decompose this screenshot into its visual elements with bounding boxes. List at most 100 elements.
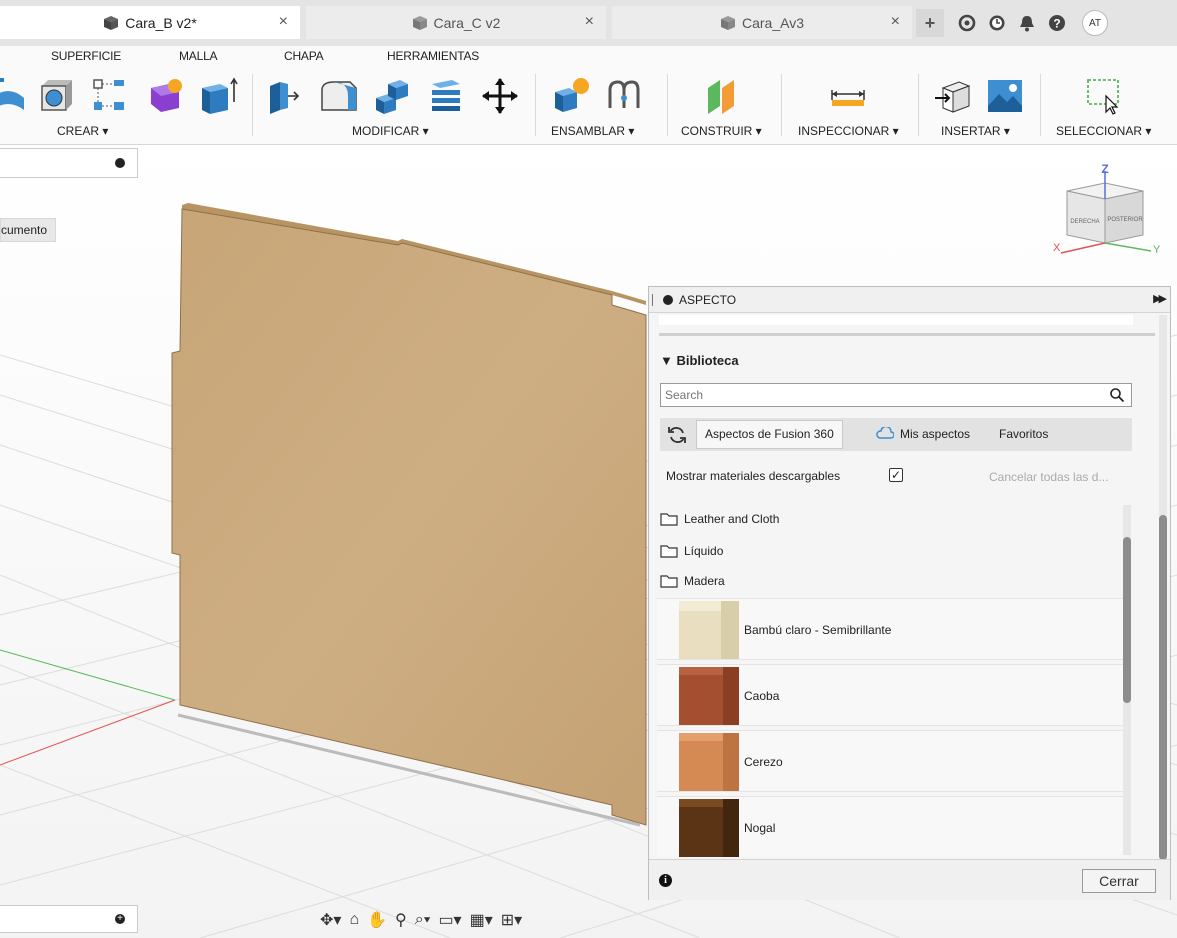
divider [252, 74, 253, 136]
material-item[interactable]: Nogal [657, 796, 1127, 857]
tab-cara-b[interactable]: Cara_B v2* × [0, 6, 300, 39]
cancel-all-downloads-link[interactable]: Cancelar todas las d... [989, 470, 1108, 484]
library-header[interactable]: ▼ Biblioteca [660, 353, 739, 368]
viewports-icon[interactable]: ⊞▾ [499, 910, 524, 930]
group-construir[interactable]: CONSTRUIR ▾ [681, 124, 762, 138]
search-input[interactable] [665, 388, 1095, 402]
insert-derive-icon[interactable] [933, 76, 973, 116]
new-tab-button[interactable]: + [916, 9, 944, 37]
look-at-icon[interactable]: ⌂ [347, 911, 361, 929]
combine-icon[interactable] [372, 76, 412, 116]
material-item[interactable]: Bambú claro - Semibrillante [657, 598, 1127, 660]
group-seleccionar[interactable]: SELECCIONAR ▾ [1056, 124, 1151, 138]
shell-icon[interactable] [426, 76, 466, 116]
material-swatch [679, 733, 739, 791]
show-downloadable-checkbox[interactable]: ✓ [889, 468, 903, 482]
notifications-bell-icon[interactable] [1012, 8, 1042, 38]
view-cube[interactable]: DERECHA POSTERIOR Z X Y [1045, 163, 1163, 263]
panel-splitter[interactable] [659, 333, 1155, 336]
close-button[interactable]: Cerrar [1082, 869, 1156, 893]
fit-icon[interactable]: ⌕▾ [413, 911, 433, 929]
list-scrollbar[interactable] [1123, 505, 1131, 855]
info-icon[interactable]: i [659, 874, 672, 887]
browser-panel-header[interactable] [0, 148, 138, 178]
expand-icon[interactable]: + [115, 914, 125, 924]
pattern-icon[interactable] [90, 76, 130, 116]
document-cube-icon [412, 15, 427, 30]
divider [667, 74, 668, 136]
panel-scrollbar-thumb[interactable] [1159, 515, 1167, 860]
close-tab-icon[interactable]: × [891, 13, 900, 31]
tab-malla[interactable]: MALLA [179, 49, 218, 63]
measure-icon[interactable] [828, 76, 868, 116]
refresh-icon[interactable] [667, 425, 687, 445]
create-form-icon[interactable] [145, 76, 185, 116]
document-settings-chip[interactable]: cumento [0, 218, 57, 242]
drag-grip-icon[interactable] [652, 294, 653, 306]
tab-cara-a[interactable]: Cara_Av3 × [612, 6, 912, 39]
folder-leather-and-cloth[interactable]: Leather and Cloth [660, 508, 779, 530]
comments-panel-header[interactable]: + [0, 905, 138, 933]
panel-header[interactable]: ASPECTO ▶▶ [649, 287, 1170, 313]
material-item[interactable]: Caoba [657, 664, 1127, 726]
joint-icon[interactable] [604, 76, 644, 116]
zoom-icon[interactable]: ⚲ [393, 910, 409, 930]
move-icon[interactable] [480, 76, 520, 116]
divider [781, 74, 782, 136]
help-icon[interactable]: ? [1042, 8, 1072, 38]
collapse-icon[interactable] [115, 158, 125, 168]
pan-hand-icon[interactable]: ✋ [365, 910, 389, 930]
plus-icon: + [924, 12, 936, 33]
expand-panel-icon[interactable]: ▶▶ [1153, 292, 1167, 305]
material-item[interactable]: Cerezo [657, 730, 1127, 792]
tab-label: Mis aspectos [900, 427, 971, 441]
material-swatch [679, 667, 739, 725]
search-icon[interactable] [1109, 387, 1125, 403]
offset-plane-icon[interactable] [702, 76, 742, 116]
panel-scrollbar[interactable] [1159, 315, 1167, 860]
insert-image-icon[interactable] [985, 76, 1025, 116]
top-right-tools: + ? AT [916, 8, 1108, 38]
group-inspeccionar[interactable]: INSPECCIONAR ▾ [798, 124, 899, 138]
folder-label: Líquido [684, 544, 724, 558]
press-pull-face-icon[interactable] [264, 76, 304, 116]
revolve-icon[interactable] [0, 76, 28, 116]
folder-icon [660, 545, 678, 558]
group-modificar[interactable]: MODIFICAR ▾ [352, 124, 429, 138]
user-avatar[interactable]: AT [1082, 10, 1108, 36]
grid-settings-icon[interactable]: ▦▾ [468, 910, 495, 930]
fillet-icon[interactable] [318, 76, 358, 116]
tab-label: Cara_C v2 [433, 14, 501, 31]
collapse-panel-icon[interactable] [663, 295, 673, 305]
workspace-tabs: SUPERFICIE MALLA CHAPA HERRAMIENTAS [0, 46, 1177, 66]
tab-my-aspects[interactable]: Mis aspectos [876, 418, 970, 451]
extensions-icon[interactable] [952, 8, 982, 38]
folder-liquido[interactable]: Líquido [660, 540, 723, 562]
orbit-icon[interactable]: ✥▾ [318, 910, 343, 930]
navigation-bar: ✥▾ ⌂ ✋ ⚲ ⌕▾ ▭▾ ▦▾ ⊞▾ [318, 905, 524, 935]
divider [918, 74, 919, 136]
folder-madera[interactable]: Madera [660, 570, 725, 592]
divider [1040, 74, 1041, 136]
group-ensamblar[interactable]: ENSAMBLAR ▾ [551, 124, 634, 138]
group-crear[interactable]: CREAR ▾ [57, 124, 108, 138]
tab-favorites[interactable]: Favoritos [999, 418, 1048, 451]
library-search[interactable] [660, 383, 1132, 407]
close-tab-icon[interactable]: × [279, 13, 288, 31]
tab-herramientas[interactable]: HERRAMIENTAS [387, 49, 479, 63]
group-insertar[interactable]: INSERTAR ▾ [941, 124, 1010, 138]
list-scrollbar-thumb[interactable] [1123, 537, 1131, 703]
close-tab-icon[interactable]: × [585, 13, 594, 31]
box-hole-icon[interactable] [36, 76, 76, 116]
document-cube-icon [720, 15, 735, 30]
job-status-icon[interactable] [982, 8, 1012, 38]
tab-cara-c[interactable]: Cara_C v2 × [306, 6, 606, 39]
tab-superficie[interactable]: SUPERFICIE [51, 49, 121, 63]
tab-chapa[interactable]: CHAPA [284, 49, 324, 63]
tab-fusion-aspects[interactable]: Aspectos de Fusion 360 [696, 420, 843, 449]
material-name: Bambú claro - Semibrillante [744, 623, 892, 637]
select-window-icon[interactable] [1084, 76, 1124, 116]
new-component-icon[interactable] [551, 76, 591, 116]
display-settings-icon[interactable]: ▭▾ [436, 910, 463, 930]
press-pull-icon[interactable] [198, 76, 238, 116]
